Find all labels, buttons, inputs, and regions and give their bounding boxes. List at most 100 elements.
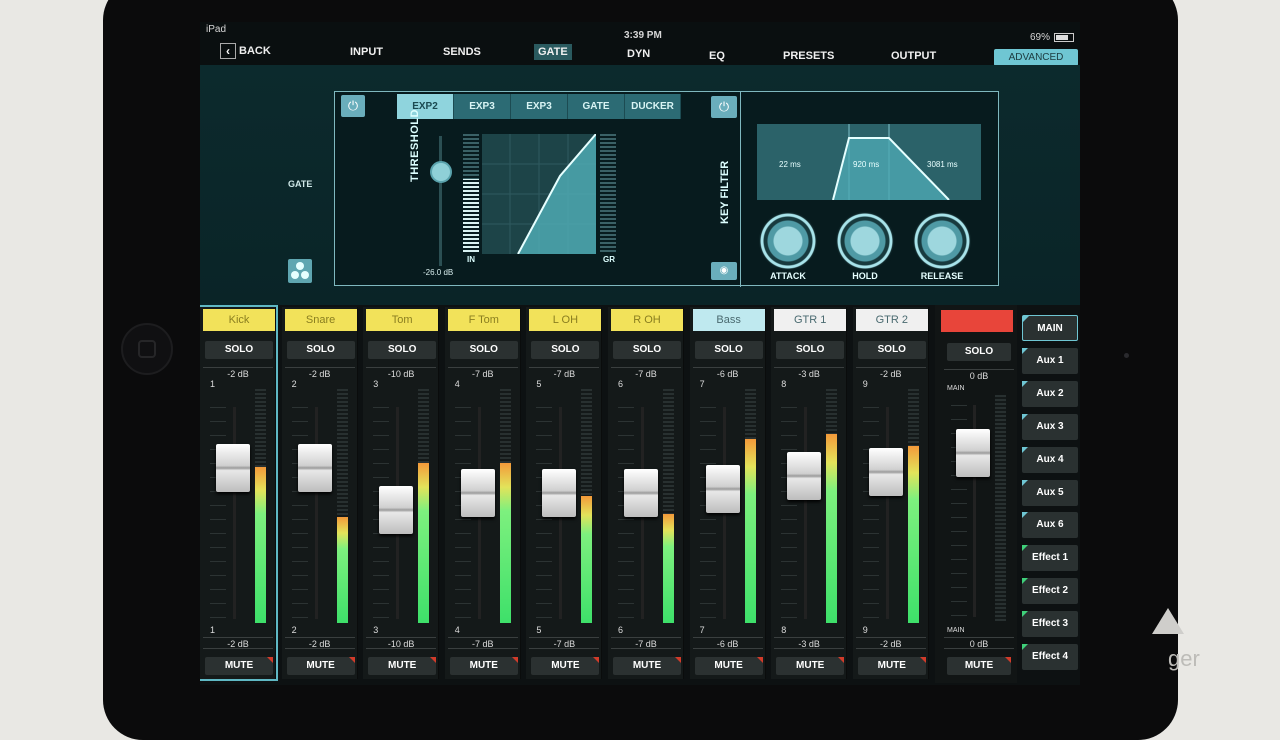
- fader-track[interactable]: [804, 407, 808, 619]
- gate-mode-ducker[interactable]: DUCKER: [625, 94, 681, 119]
- bus-button-aux-6[interactable]: Aux 6: [1022, 512, 1078, 539]
- mute-button[interactable]: MUTE: [613, 657, 681, 675]
- fader-track[interactable]: [233, 407, 236, 619]
- gate-mode-exp3[interactable]: EXP3: [454, 94, 511, 119]
- solo-button[interactable]: SOLO: [449, 341, 518, 359]
- channel-db-bottom: -6 dB: [692, 637, 763, 649]
- channel-name[interactable]: GTR 2: [855, 309, 928, 331]
- gate-panel: GATE ⏻ EXP2 EXP3 EXP3 GATE DUCKER THRESH…: [200, 65, 1080, 305]
- channel-name[interactable]: Tom: [366, 309, 439, 331]
- fader-handle[interactable]: [297, 443, 332, 492]
- fader-handle[interactable]: [460, 469, 495, 518]
- bus-button-effect-1[interactable]: Effect 1: [1022, 545, 1078, 572]
- fader-handle[interactable]: [705, 464, 740, 513]
- fader-handle[interactable]: [216, 443, 250, 492]
- gate-transfer-graph: [482, 133, 597, 255]
- solo-button[interactable]: SOLO: [286, 341, 355, 359]
- mute-button[interactable]: MUTE: [694, 657, 763, 675]
- key-filter-power-button[interactable]: ⏻: [711, 96, 737, 118]
- mute-button[interactable]: MUTE: [368, 657, 437, 675]
- release-knob[interactable]: [913, 212, 971, 270]
- fx-dots-button[interactable]: [288, 259, 312, 283]
- channel-db-top: -2 dB: [284, 367, 355, 379]
- solo-button[interactable]: SOLO: [857, 341, 926, 359]
- solo-button[interactable]: SOLO: [531, 341, 600, 359]
- main-color-bar[interactable]: [941, 310, 1013, 332]
- status-carrier: iPad: [206, 24, 227, 35]
- fader-scale: [699, 407, 716, 619]
- mute-button[interactable]: MUTE: [286, 657, 355, 675]
- gate-power-button[interactable]: ⏻: [341, 95, 365, 117]
- solo-button[interactable]: SOLO: [613, 341, 681, 359]
- fader-scale: [781, 407, 798, 619]
- tab-presets[interactable]: PRESETS: [783, 50, 834, 62]
- threshold-slider-handle[interactable]: [430, 161, 452, 183]
- gate-mode-exp2[interactable]: EXP2: [397, 94, 454, 119]
- gate-editor: ⏻ EXP2 EXP3 EXP3 GATE DUCKER THRESHOLD -…: [334, 91, 999, 287]
- channel-db-bottom: -3 dB: [774, 637, 845, 649]
- main-fader-handle[interactable]: [956, 429, 990, 478]
- mute-button[interactable]: MUTE: [205, 657, 273, 675]
- channel-number: 3: [373, 379, 379, 389]
- attack-knob[interactable]: [759, 212, 817, 270]
- gate-mode-exp3-b[interactable]: EXP3: [511, 94, 568, 119]
- solo-button[interactable]: SOLO: [205, 341, 273, 359]
- mute-button[interactable]: MUTE: [531, 657, 600, 675]
- channel-name[interactable]: Bass: [692, 309, 765, 331]
- level-meter: [581, 387, 593, 623]
- hold-knob[interactable]: [836, 212, 894, 270]
- tab-sends[interactable]: SENDS: [443, 46, 481, 58]
- level-meter: [255, 387, 266, 623]
- channel-name[interactable]: R OH: [611, 309, 683, 331]
- mute-button[interactable]: MUTE: [776, 657, 845, 675]
- fader-handle[interactable]: [379, 486, 414, 535]
- fader-handle[interactable]: [542, 469, 577, 518]
- bus-button-aux-3[interactable]: Aux 3: [1022, 413, 1078, 440]
- bus-button-aux-1[interactable]: Aux 1: [1022, 347, 1078, 374]
- channel-strip: GTR 2 SOLO -2 dB 9 9 -2 dB MUTE: [852, 307, 929, 679]
- mute-button[interactable]: MUTE: [857, 657, 926, 675]
- channel-name[interactable]: L OH: [529, 309, 602, 331]
- bus-button-aux-2[interactable]: Aux 2: [1022, 380, 1078, 407]
- fader-handle[interactable]: [624, 469, 658, 518]
- channel-number-bottom: 7: [699, 625, 705, 635]
- gain-reduction-meter: [600, 134, 616, 252]
- fader-track[interactable]: [722, 407, 726, 619]
- channel-strip: GTR 1 SOLO -3 dB 8 8 -3 dB MUTE: [771, 307, 848, 679]
- bus-button-aux-5[interactable]: Aux 5: [1022, 479, 1078, 506]
- level-meter: [663, 387, 674, 623]
- channel-db-bottom: -2 dB: [284, 637, 355, 649]
- channel-strip: Kick SOLO -2 dB 1 1 -2 dB MUTE: [200, 305, 278, 681]
- channel-name[interactable]: GTR 1: [774, 309, 847, 331]
- threshold-slider-track[interactable]: [439, 136, 442, 266]
- bus-button-effect-4[interactable]: Effect 4: [1022, 644, 1078, 670]
- fader-handle[interactable]: [787, 452, 822, 501]
- bus-button-main[interactable]: MAIN: [1022, 315, 1078, 341]
- solo-button[interactable]: SOLO: [368, 341, 437, 359]
- back-button[interactable]: ‹ BACK: [220, 41, 271, 61]
- solo-button[interactable]: SOLO: [776, 341, 845, 359]
- tab-input[interactable]: INPUT: [350, 46, 383, 58]
- channel-name[interactable]: Snare: [284, 309, 357, 331]
- channel-db-bottom: -2 dB: [855, 637, 926, 649]
- bus-button-effect-2[interactable]: Effect 2: [1022, 578, 1078, 605]
- gate-mode-gate[interactable]: GATE: [568, 94, 625, 119]
- tab-eq[interactable]: EQ: [709, 50, 725, 62]
- advanced-button[interactable]: ADVANCED: [994, 49, 1078, 66]
- main-mute-button[interactable]: MUTE: [947, 657, 1011, 675]
- main-sub-label-bottom: MAIN: [947, 627, 965, 634]
- channel-name[interactable]: F Tom: [447, 309, 520, 331]
- bus-button-aux-4[interactable]: Aux 4: [1022, 446, 1078, 473]
- tab-dyn[interactable]: DYN: [627, 48, 650, 60]
- bus-button-effect-3[interactable]: Effect 3: [1022, 611, 1078, 638]
- main-solo-button[interactable]: SOLO: [947, 343, 1011, 361]
- fader-track[interactable]: [314, 407, 318, 619]
- fader-track[interactable]: [885, 407, 889, 619]
- mute-button[interactable]: MUTE: [449, 657, 518, 675]
- key-filter-listen-button[interactable]: ◉: [711, 262, 737, 280]
- fader-handle[interactable]: [868, 447, 903, 496]
- tab-gate[interactable]: GATE: [534, 44, 572, 60]
- tab-output[interactable]: OUTPUT: [891, 50, 936, 62]
- solo-button[interactable]: SOLO: [694, 341, 763, 359]
- channel-name[interactable]: Kick: [203, 309, 275, 331]
